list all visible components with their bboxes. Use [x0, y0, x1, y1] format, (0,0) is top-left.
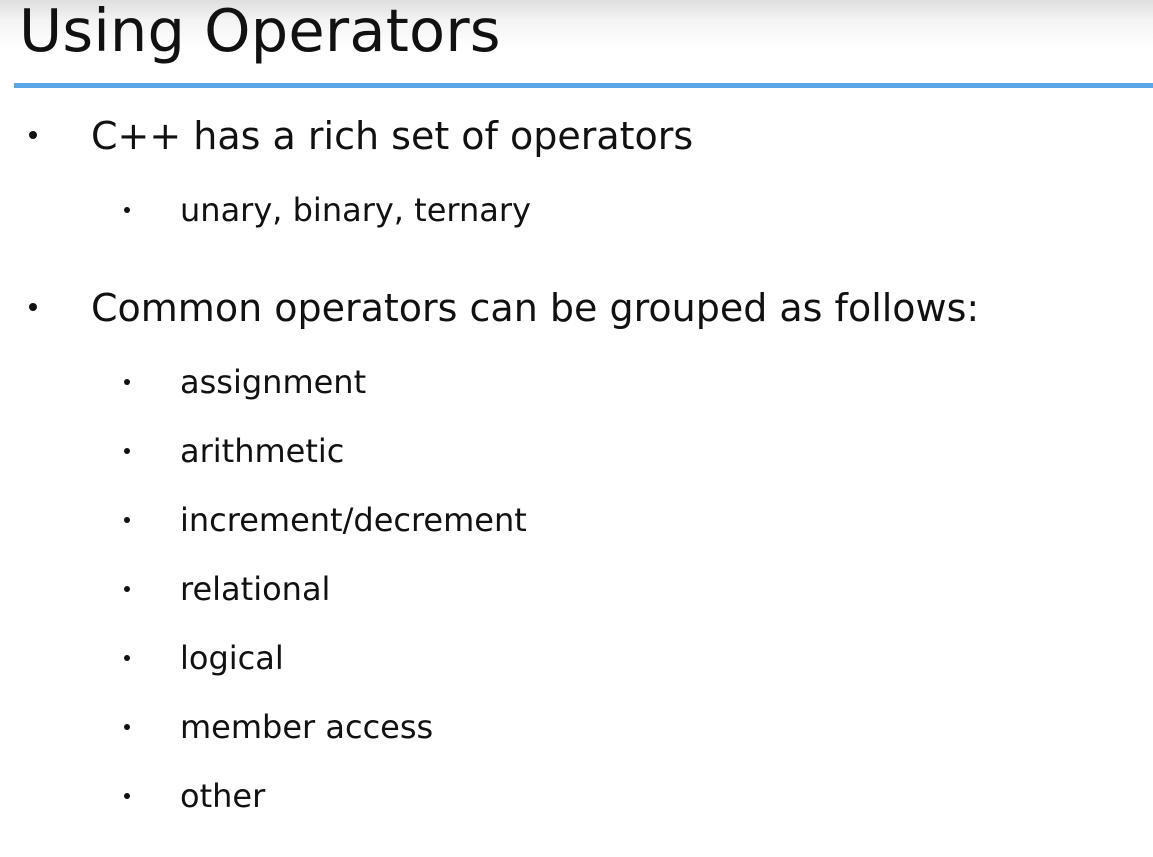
- bullet-text: arithmetic: [180, 432, 345, 470]
- sub-bullet-arithmetic: arithmetic: [124, 432, 345, 470]
- slide-header: Using Operators: [0, 0, 1153, 86]
- sub-bullet-logical: logical: [124, 639, 284, 677]
- bullet-dot-icon: [124, 655, 130, 661]
- bullet-text: assignment: [180, 363, 367, 401]
- slide-title: Using Operators: [19, 0, 501, 65]
- bullet-text: increment/decrement: [180, 501, 527, 539]
- bullet-text: member access: [180, 708, 434, 746]
- bullet-dot-icon: [124, 379, 130, 385]
- sub-bullet-other: other: [124, 777, 266, 815]
- bullet-text: logical: [180, 639, 284, 677]
- bullet-text: relational: [180, 570, 331, 608]
- bullet-dot-icon: [124, 724, 130, 730]
- bullet-common-operators: Common operators can be grouped as follo…: [29, 286, 980, 330]
- sub-bullet-increment-decrement: increment/decrement: [124, 501, 527, 539]
- bullet-dot-icon: [124, 207, 130, 213]
- bullet-rich-operators: C++ has a rich set of operators: [29, 114, 694, 158]
- bullet-text: C++ has a rich set of operators: [91, 114, 694, 158]
- sub-bullet-member-access: member access: [124, 708, 434, 746]
- bullet-dot-icon: [29, 303, 37, 311]
- bullet-dot-icon: [124, 586, 130, 592]
- bullet-text: unary, binary, ternary: [180, 191, 531, 229]
- title-underline: [14, 83, 1153, 88]
- bullet-text: Common operators can be grouped as follo…: [91, 286, 980, 330]
- bullet-dot-icon: [29, 131, 37, 139]
- sub-bullet-relational: relational: [124, 570, 331, 608]
- bullet-text: other: [180, 777, 266, 815]
- sub-bullet-unary-binary-ternary: unary, binary, ternary: [124, 191, 531, 229]
- bullet-dot-icon: [124, 448, 130, 454]
- bullet-dot-icon: [124, 517, 130, 523]
- bullet-dot-icon: [124, 793, 130, 799]
- sub-bullet-assignment: assignment: [124, 363, 367, 401]
